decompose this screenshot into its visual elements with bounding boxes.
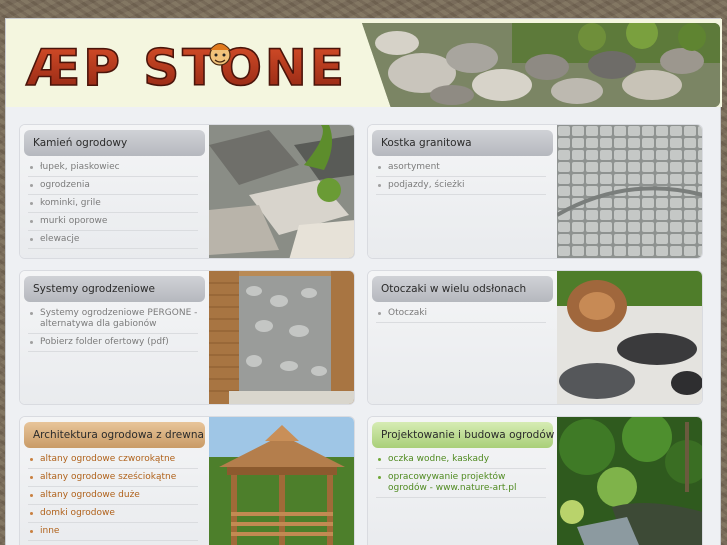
card-link[interactable]: domki ogrodowe (28, 505, 198, 523)
card-link[interactable]: podjazdy, ścieżki (376, 177, 546, 195)
card-left-panel: Kostka granitowa asortyment podjazdy, śc… (368, 125, 558, 258)
card-link-list: altany ogrodowe czworokątne altany ogrod… (28, 451, 198, 541)
card-link-list: łupek, piaskowiec ogrodzenia kominki, gr… (28, 159, 198, 249)
site-header: ÆP STONE (6, 19, 722, 107)
header-stones-photo (362, 23, 720, 107)
card-photo-pebbles[interactable] (557, 271, 702, 404)
card-photo-granite-cobbles[interactable] (557, 125, 702, 258)
card-link[interactable]: inne (28, 523, 198, 541)
card-link[interactable]: asortyment (376, 159, 546, 177)
card-link-list: Otoczaki (376, 305, 546, 323)
card-link[interactable]: ogrodzenia (28, 177, 198, 195)
card-link[interactable]: altany ogrodowe duże (28, 487, 198, 505)
card-photo-garden-pond[interactable] (557, 417, 702, 545)
card-link[interactable]: Otoczaki (376, 305, 546, 323)
card-left-panel: Kamień ogrodowy łupek, piaskowiec ogrodz… (20, 125, 210, 258)
card-title[interactable]: Systemy ogrodzeniowe (24, 276, 205, 302)
card-left-panel: Systemy ogrodzeniowe Systemy ogrodzeniow… (20, 271, 210, 404)
card-photo-slate-stone[interactable] (209, 125, 354, 258)
caveman-mascot-icon (209, 43, 231, 66)
card-link[interactable]: murki oporowe (28, 213, 198, 231)
card-link-list: oczka wodne, kaskady opracowywanie proje… (376, 451, 546, 498)
card-link[interactable]: Systemy ogrodzeniowe PERGONE - alternaty… (28, 305, 198, 334)
card-link-list: asortyment podjazdy, ścieżki (376, 159, 546, 195)
card-title[interactable]: Projektowanie i budowa ogrodów (372, 422, 554, 448)
card-left-panel: Projektowanie i budowa ogrodów oczka wod… (368, 417, 558, 545)
card-architektura-drewna: Architektura ogrodowa z drewna altany og… (19, 416, 355, 545)
card-link[interactable]: altany ogrodowe sześciokątne (28, 469, 198, 487)
card-kostka-granitowa: Kostka granitowa asortyment podjazdy, śc… (367, 124, 703, 259)
card-link[interactable]: elewacje (28, 231, 198, 249)
card-title[interactable]: Kostka granitowa (372, 130, 553, 156)
card-link[interactable]: Pobierz folder ofertowy (pdf) (28, 334, 198, 352)
card-link[interactable]: kominki, grile (28, 195, 198, 213)
card-link[interactable]: oczka wodne, kaskady (376, 451, 546, 469)
site-logo[interactable]: ÆP STONE (24, 35, 354, 95)
card-photo-gabion-fence[interactable] (209, 271, 354, 404)
card-link[interactable]: opracowywanie projektów ogrodów - www.na… (376, 469, 546, 498)
card-link[interactable]: altany ogrodowe czworokątne (28, 451, 198, 469)
card-systemy-ogrodzeniowe: Systemy ogrodzeniowe Systemy ogrodzeniow… (19, 270, 355, 405)
card-left-panel: Architektura ogrodowa z drewna altany og… (20, 417, 210, 545)
page-container: ÆP STONE Kamień ogrodowy łupek, piaskowi… (5, 18, 722, 545)
card-photo-wooden-gazebo[interactable] (209, 417, 354, 545)
card-left-panel: Otoczaki w wielu odsłonach Otoczaki (368, 271, 558, 404)
card-link-list: Systemy ogrodzeniowe PERGONE - alternaty… (28, 305, 198, 352)
card-title[interactable]: Otoczaki w wielu odsłonach (372, 276, 553, 302)
card-projektowanie-ogrodow: Projektowanie i budowa ogrodów oczka wod… (367, 416, 703, 545)
card-link[interactable]: łupek, piaskowiec (28, 159, 198, 177)
svg-text:ÆP STONE: ÆP STONE (26, 39, 347, 95)
card-title[interactable]: Kamień ogrodowy (24, 130, 205, 156)
card-kamien-ogrodowy: Kamień ogrodowy łupek, piaskowiec ogrodz… (19, 124, 355, 259)
card-title[interactable]: Architektura ogrodowa z drewna (24, 422, 205, 448)
card-otoczaki: Otoczaki w wielu odsłonach Otoczaki (367, 270, 703, 405)
